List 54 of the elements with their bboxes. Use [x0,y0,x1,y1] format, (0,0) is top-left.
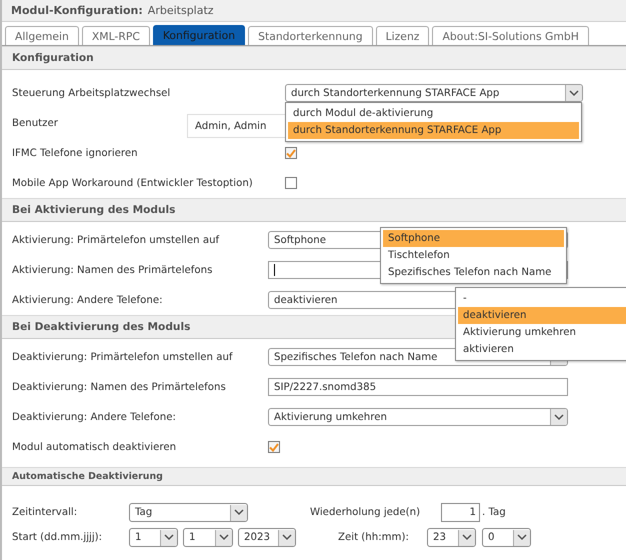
text-field[interactable]: SIP/2227.snomd385 [268,378,568,396]
field-label: Aktivierung: Andere Telefone: [11,294,164,306]
field-label: Aktivierung: Namen des Primärtelefons [11,264,214,276]
dropdown-option[interactable]: deaktivieren [458,307,626,324]
section-header: Bei Aktivierung des Moduls [2,198,626,222]
tab[interactable]: Allgemein [5,26,79,45]
dropdown-option[interactable]: Spezifisches Telefon nach Name [383,264,564,281]
chevron-down-icon [215,530,232,546]
dropdown-option[interactable]: durch Modul de-aktivierung [288,105,579,122]
field-label: IFMC Telefone ignorieren [11,148,139,158]
tab[interactable]: About:SI-Solutions GmbH [432,26,589,45]
field-label: Mobile App Workaround (Entwickler Testoption) [11,178,254,188]
tab[interactable]: XML-RPC [82,26,150,45]
field-label: Zeit (hh:mm): [338,532,410,543]
section-header: Automatische Deaktivierung [2,467,626,486]
dropdown-option[interactable]: Tischtelefon [383,247,564,264]
chevron-down-icon [550,409,567,425]
field-label: Benutzer [11,118,59,128]
page-subtitle: Arbeitsplatz [148,4,214,17]
dropdown-option[interactable]: Aktivierung umkehren [458,324,626,341]
chevron-down-icon [458,530,475,546]
field-label: Start (dd.mm.jjjj): [12,532,104,543]
section-header: Konfiguration [2,46,626,70]
field-label: Steuerung Arbeitsplatzwechsel [11,88,172,98]
field-label: Zeitintervall: [12,507,78,518]
chevron-down-icon [160,530,177,546]
chevron-down-icon [565,85,582,101]
dropdown[interactable]: 1 [129,528,178,547]
field-label: Wiederholung jede(n) [310,507,422,518]
field-label: Deaktivierung: Andere Telefone: [11,412,177,422]
dropdown[interactable]: 1 [183,528,233,547]
field-label: . Tag [482,507,506,518]
field-label: Modul automatisch deaktivieren [11,442,178,452]
dropdown[interactable]: durch Standorterkennung STARFACE App [285,84,583,102]
dropdown-option[interactable]: Softphone [383,230,564,247]
checkbox[interactable] [268,441,280,453]
dropdown[interactable]: 2023 [238,528,296,547]
checkbox[interactable] [285,177,297,189]
field-label: Deaktivierung: Primärtelefon umstellen auf [11,352,234,362]
tab[interactable]: Lizenz [376,26,430,45]
tab[interactable]: Standorterkennung [248,26,373,45]
dropdown-option[interactable]: durch Standorterkennung STARFACE App [288,122,579,139]
chevron-down-icon [278,530,295,546]
chevron-down-icon [230,504,247,520]
dropdown[interactable]: Tag [129,503,248,522]
checkbox[interactable] [285,147,297,159]
field-label: Aktivierung: Primärtelefon umstellen auf [11,234,220,246]
dropdown[interactable]: 0 [482,528,531,547]
dropdown[interactable]: 23 [427,528,476,547]
number-field[interactable]: 1 [441,503,480,522]
chevron-down-icon [513,530,530,546]
dropdown[interactable]: Aktivierung umkehren [268,408,568,426]
field-label: Deaktivierung: Namen des Primärtelefons [11,382,227,392]
page-title: Modul-Konfiguration: [11,4,143,17]
